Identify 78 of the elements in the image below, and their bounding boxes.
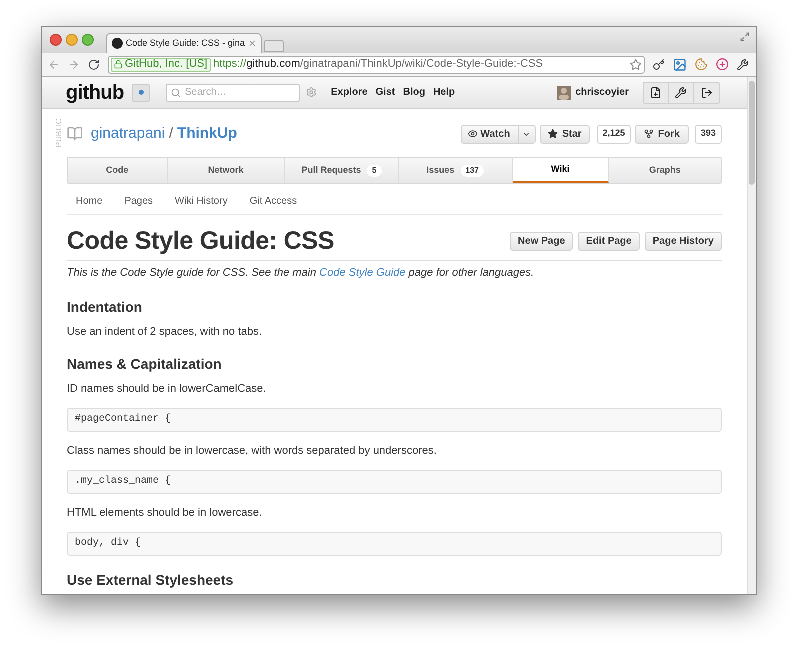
visibility-label: PUBLIC <box>53 118 64 148</box>
zoom-window-button[interactable] <box>82 34 94 46</box>
eye-icon <box>468 129 478 139</box>
url-text: https://github.com/ginatrapani/ThinkUp/wiki/Code-Style-Guide:-CSS <box>214 57 544 72</box>
wiki-nav-link[interactable]: Git Access <box>250 194 298 209</box>
fork-icon <box>644 129 654 139</box>
nav-link[interactable]: Gist <box>376 85 396 100</box>
forward-icon[interactable] <box>68 58 80 70</box>
nav-link[interactable]: Explore <box>331 85 368 100</box>
section-heading: Indentation <box>67 298 142 317</box>
tab-count: 137 <box>460 164 484 176</box>
star-button[interactable]: Star <box>540 124 590 144</box>
repo-tab[interactable]: Issues 137 <box>399 158 513 183</box>
new-file-icon <box>650 86 662 98</box>
browser-tab[interactable]: Code Style Guide: CSS - gina <box>106 33 262 53</box>
minimize-window-button[interactable] <box>66 34 78 46</box>
code-block: .my_class_name { <box>67 470 722 494</box>
wiki-nav-link[interactable]: Wiki History <box>175 194 228 209</box>
nav-link[interactable]: Blog <box>403 85 426 100</box>
watch-button[interactable]: Watch <box>460 124 536 144</box>
address-bar[interactable]: GitHub, Inc. [US] https://github.com/ginatrapani/ThinkUp/wiki/Code-Style-Guide:-CSS <box>108 56 645 74</box>
paragraph: Class names should be in lowercase, with words separated by underscores. <box>67 444 437 459</box>
plus-circle-icon[interactable] <box>716 58 729 71</box>
avatar <box>556 86 571 100</box>
tab-count: 5 <box>367 164 382 176</box>
sign-out-icon <box>700 86 712 98</box>
bookmark-star-icon[interactable] <box>630 58 642 70</box>
repo-tab[interactable]: Pull Requests 5 <box>285 158 399 183</box>
repo-tab[interactable]: Code <box>68 158 168 183</box>
search-settings-icon[interactable] <box>306 87 318 98</box>
scrollbar[interactable] <box>747 77 756 594</box>
reload-icon[interactable] <box>88 58 100 70</box>
search-icon <box>171 88 182 98</box>
lock-icon <box>114 60 123 69</box>
style-guide-link[interactable]: Code Style Guide <box>320 267 406 279</box>
tab-title: Code Style Guide: CSS - gina <box>126 36 246 50</box>
code-block: #pageContainer { <box>67 408 722 432</box>
repo-owner-link[interactable]: ginatrapani <box>91 122 166 146</box>
github-icon <box>112 38 123 49</box>
search-field[interactable]: Search… <box>166 84 300 102</box>
section-heading: Use External Stylesheets <box>67 571 234 590</box>
fork-count[interactable]: 393 <box>694 124 722 144</box>
wrench-icon[interactable] <box>737 58 749 70</box>
cookie-icon[interactable] <box>695 58 708 71</box>
repo-book-icon <box>67 125 83 143</box>
close-window-button[interactable] <box>50 34 62 46</box>
repo-tab[interactable]: Graphs <box>609 158 722 183</box>
search-input[interactable]: Search… <box>185 85 296 100</box>
username[interactable]: chriscoyier <box>576 85 629 100</box>
repo-tab[interactable]: Network <box>168 158 286 183</box>
wiki-nav-link[interactable]: Home <box>76 194 103 209</box>
notifications-button[interactable] <box>132 84 150 102</box>
key-icon[interactable] <box>653 58 665 70</box>
picture-extension-icon[interactable] <box>673 58 687 72</box>
repo-name-link[interactable]: ThinkUp <box>177 122 238 146</box>
star-count[interactable]: 2,125 <box>596 124 632 144</box>
star-icon <box>548 129 558 139</box>
repo-tab[interactable]: Wiki <box>512 158 610 183</box>
fork-button[interactable]: Fork <box>635 124 689 144</box>
logo[interactable]: github <box>66 78 124 108</box>
page-action-button[interactable]: Page History <box>644 232 722 251</box>
back-icon[interactable] <box>48 58 60 70</box>
paragraph: HTML elements should be in lowercase. <box>67 506 262 521</box>
repo-separator: / <box>169 124 174 144</box>
page-action-button[interactable]: New Page <box>510 232 574 251</box>
page-action-button[interactable]: Edit Page <box>578 232 640 251</box>
intro-text: This is the Code Style guide for CSS. See the main Code Style Guide page for other languages. <box>67 266 536 281</box>
section-heading: Names & Capitalization <box>67 355 222 374</box>
security-label: GitHub, Inc. [US] <box>125 57 208 72</box>
fullscreen-icon[interactable] <box>740 32 750 42</box>
tools-icon <box>675 86 687 98</box>
page-title: Code Style Guide: CSS <box>67 226 334 257</box>
code-block: body, div { <box>67 532 722 556</box>
wiki-nav-link[interactable]: Pages <box>124 194 154 209</box>
close-tab-icon[interactable] <box>248 39 258 48</box>
nav-link[interactable]: Help <box>433 85 456 100</box>
paragraph: Use an indent of 2 spaces, with no tabs. <box>67 325 262 340</box>
paragraph: ID names should be in lowerCamelCase. <box>67 382 266 397</box>
